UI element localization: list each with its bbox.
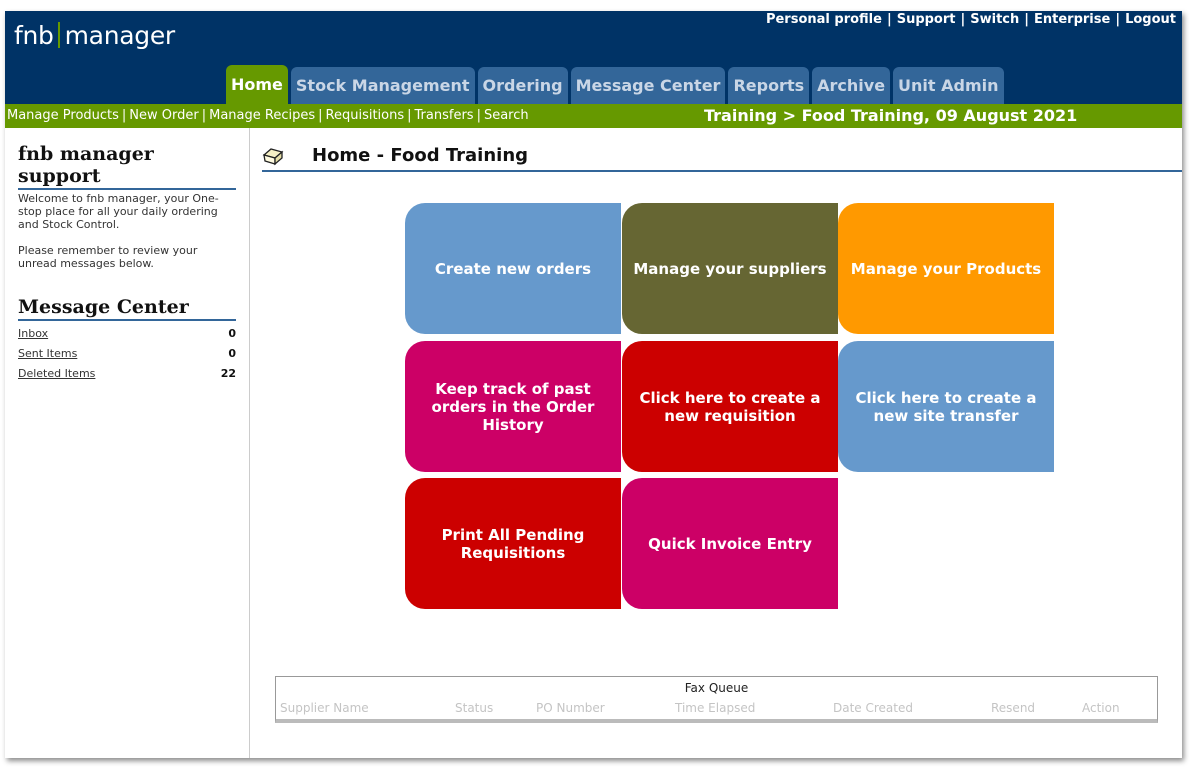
message-list: Inbox 0 Sent Items 0 Deleted Items 22 — [18, 324, 236, 384]
new-order-link[interactable]: New Order — [129, 108, 198, 123]
tab-ordering[interactable]: Ordering — [477, 67, 568, 104]
header: fnb manager Personal profile | Support | Swit… — [5, 11, 1182, 104]
breadcrumb: Training > Food Training, 09 August 2021 — [704, 106, 1078, 125]
transfers-link[interactable]: Transfers — [415, 108, 474, 123]
main-tabs: Home Stock Management Ordering Message C… — [226, 65, 1007, 104]
home-box-icon — [262, 148, 284, 166]
tile-print-pending-requisitions[interactable]: Print All Pending Requisitions — [405, 478, 621, 609]
deleted-items-link[interactable]: Deleted Items — [18, 364, 95, 384]
inbox-count: 0 — [228, 327, 236, 340]
app-window: fnb manager Personal profile | Support | Swit… — [5, 11, 1182, 758]
tile-label: Manage your suppliers — [633, 259, 827, 278]
tile-label: Keep track of past orders in the Order H… — [431, 379, 595, 434]
sub-navigation: Manage Products | New Order | Manage Recipes… — [5, 104, 1182, 128]
requisitions-link[interactable]: Requisitions — [326, 108, 405, 123]
message-row-inbox: Inbox 0 — [18, 324, 236, 344]
tile-new-requisition[interactable]: Click here to create a new requisition — [622, 341, 838, 472]
divider: | — [121, 108, 127, 123]
manage-recipes-link[interactable]: Manage Recipes — [209, 108, 315, 123]
col-time-elapsed[interactable]: Time Elapsed — [675, 701, 755, 715]
tab-message-center[interactable]: Message Center — [570, 67, 726, 104]
fax-queue-table: Fax Queue Supplier Name Status PO Number… — [275, 676, 1158, 723]
divider: | — [201, 108, 207, 123]
top-links: Personal profile | Support | Switch | Enterpri… — [766, 12, 1176, 27]
page-title: Home - Food Training — [312, 145, 529, 166]
support-link[interactable]: Support — [897, 12, 956, 27]
logo-fnb: fnb — [14, 21, 54, 50]
personal-profile-link[interactable]: Personal profile — [766, 12, 882, 27]
col-supplier-name[interactable]: Supplier Name — [280, 701, 369, 715]
tab-unit-admin[interactable]: Unit Admin — [893, 67, 1004, 104]
inbox-link[interactable]: Inbox — [18, 324, 48, 344]
sent-items-link[interactable]: Sent Items — [18, 344, 77, 364]
col-resend[interactable]: Resend — [991, 701, 1035, 715]
tab-home[interactable]: Home — [226, 65, 288, 104]
tile-label: Click here to create a new requisition — [639, 388, 821, 425]
tile-label: Create new orders — [434, 259, 592, 278]
tab-archive[interactable]: Archive — [812, 67, 891, 104]
search-link[interactable]: Search — [484, 108, 529, 123]
divider: | — [1115, 12, 1121, 27]
logo-divider — [57, 22, 60, 48]
message-row-sent: Sent Items 0 — [18, 344, 236, 364]
welcome-text: Welcome to fnb manager, your One-stop pl… — [18, 192, 219, 231]
col-status[interactable]: Status — [455, 701, 493, 715]
fax-queue-title: Fax Queue — [684, 681, 749, 695]
divider: | — [886, 12, 892, 27]
message-row-deleted: Deleted Items 22 — [18, 364, 236, 384]
tile-quick-invoice-entry[interactable]: Quick Invoice Entry — [622, 478, 838, 609]
logo-manager: manager — [64, 21, 176, 50]
message-center-heading: Message Center — [18, 296, 236, 321]
sidebar: fnb manager support Welcome to fnb manag… — [5, 128, 250, 758]
divider: | — [476, 108, 481, 123]
tile-label: Click here to create a new site transfer — [855, 388, 1037, 425]
tab-reports[interactable]: Reports — [728, 67, 810, 104]
tile-label: Print All Pending Requisitions — [441, 525, 585, 562]
enterprise-link[interactable]: Enterprise — [1034, 12, 1110, 27]
deleted-items-count: 22 — [220, 367, 236, 380]
divider: | — [1024, 12, 1030, 27]
support-heading: fnb manager support — [18, 143, 236, 190]
page-title-bar: Home - Food Training — [262, 145, 1182, 172]
tile-label: Quick Invoice Entry — [648, 534, 812, 553]
logout-link[interactable]: Logout — [1125, 12, 1176, 27]
tile-new-site-transfer[interactable]: Click here to create a new site transfer — [838, 341, 1054, 472]
tab-stock-management[interactable]: Stock Management — [290, 67, 475, 104]
sub-links: Manage Products | New Order | Manage Recipes… — [7, 108, 529, 123]
tile-label: Manage your Products — [850, 259, 1042, 278]
tile-manage-suppliers[interactable]: Manage your suppliers — [622, 203, 838, 334]
manage-products-link[interactable]: Manage Products — [7, 108, 119, 123]
divider: | — [407, 108, 412, 123]
tile-order-history[interactable]: Keep track of past orders in the Order H… — [405, 341, 621, 472]
tile-manage-products[interactable]: Manage your Products — [838, 203, 1054, 334]
divider: | — [318, 108, 323, 123]
switch-link[interactable]: Switch — [970, 12, 1019, 27]
col-po-number[interactable]: PO Number — [536, 701, 605, 715]
tile-create-new-orders[interactable]: Create new orders — [405, 203, 621, 334]
divider: | — [960, 12, 966, 27]
sent-items-count: 0 — [228, 347, 236, 360]
col-date-created[interactable]: Date Created — [833, 701, 913, 715]
col-action[interactable]: Action — [1082, 701, 1120, 715]
reminder-text: Please remember to review your unread me… — [18, 244, 198, 270]
logo[interactable]: fnb manager — [14, 21, 175, 50]
